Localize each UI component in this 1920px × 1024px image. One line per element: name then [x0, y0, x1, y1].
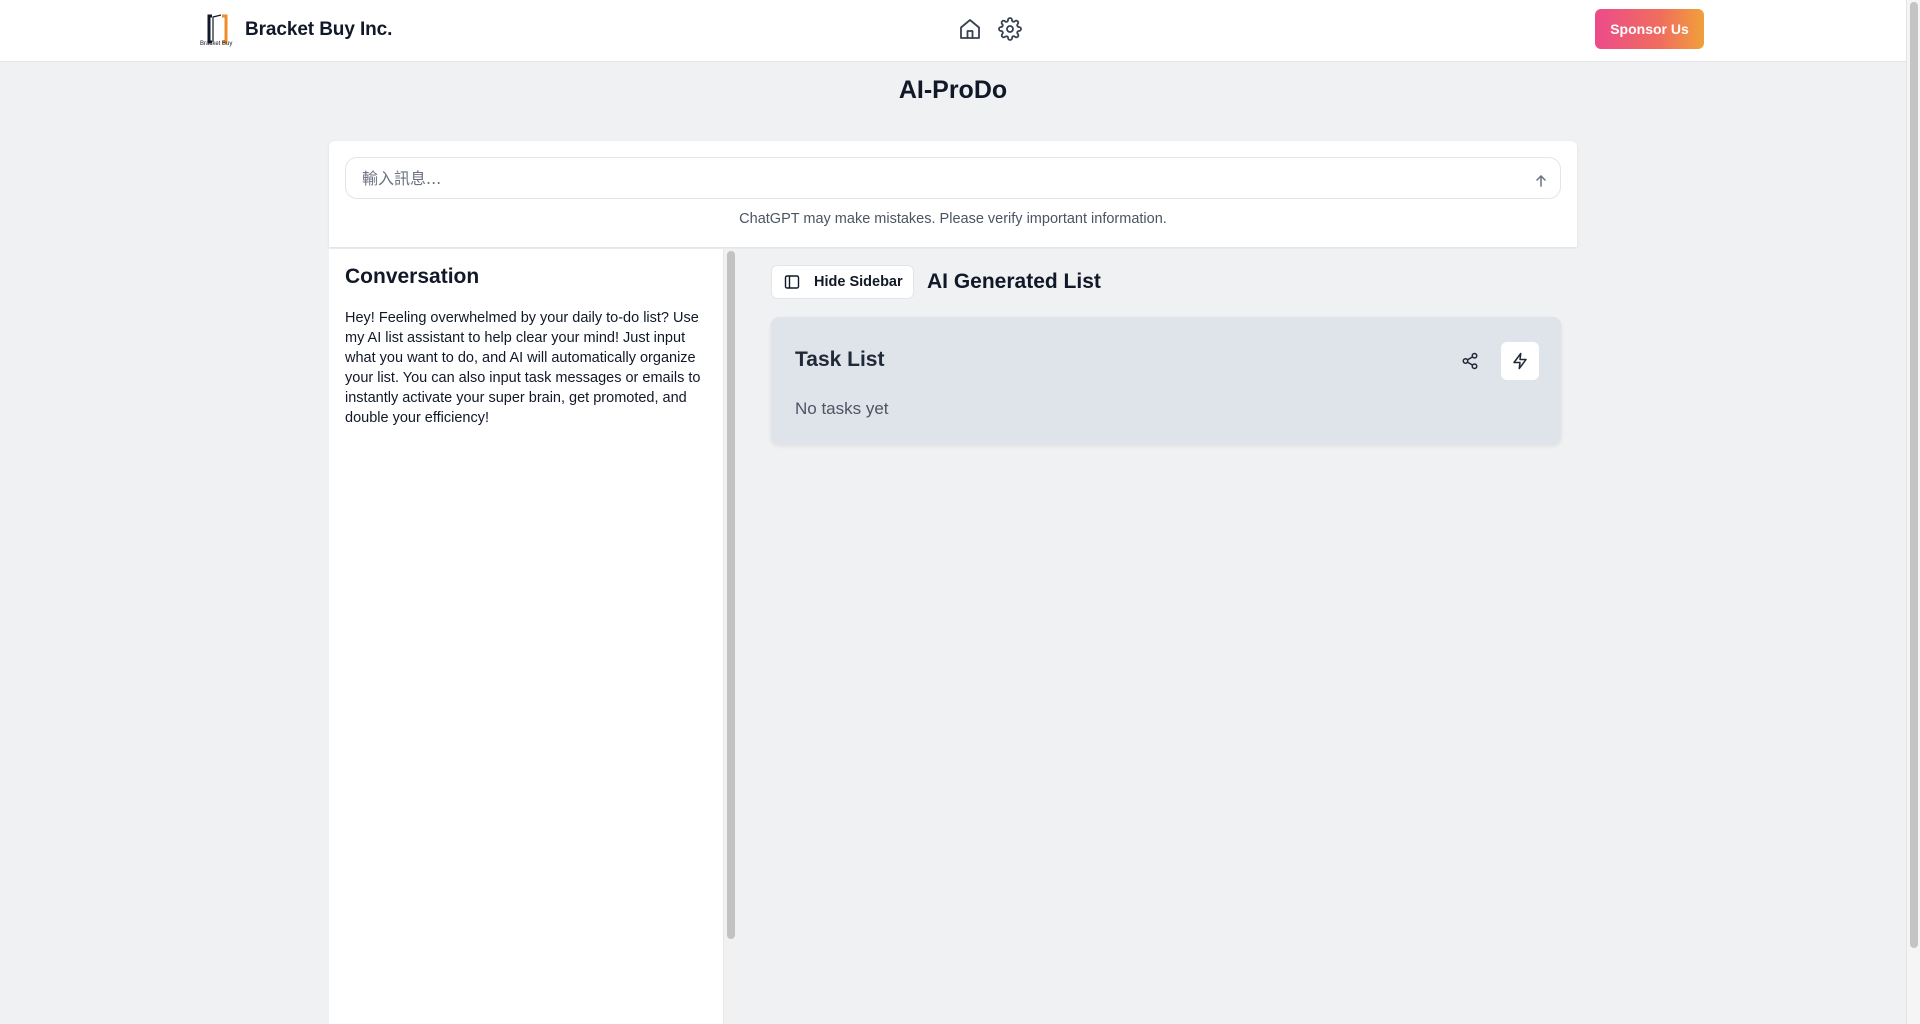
generate-button[interactable] [1501, 342, 1539, 380]
main-panel: Hide Sidebar AI Generated List Task List… [738, 249, 1594, 1024]
sidebar-scrollbar-thumb[interactable] [727, 251, 735, 939]
brand[interactable]: Bracket Buy Bracket Buy Inc. [200, 12, 392, 48]
disclaimer-text: ChatGPT may make mistakes. Please verify… [739, 211, 1167, 227]
sidebar-scrollbar[interactable] [724, 249, 738, 1024]
nav-icons [957, 14, 1023, 44]
top-navbar: Bracket Buy Bracket Buy Inc. Sponsor Us [0, 0, 1906, 62]
task-list-card: Task List No tasks yet [771, 317, 1561, 444]
gear-icon[interactable] [997, 14, 1023, 44]
composer-card: ChatGPT may make mistakes. Please verify… [329, 141, 1577, 247]
page-scrollbar-thumb[interactable] [1910, 2, 1918, 948]
assistant-message: Hey! Feeling overwhelmed by your daily t… [345, 310, 701, 426]
sidebar-toggle-icon [784, 274, 800, 290]
sidebar-title: Conversation [345, 265, 480, 288]
list-heading: AI Generated List [927, 270, 1101, 293]
brand-name: Bracket Buy Inc. [245, 19, 393, 40]
sponsor-button[interactable]: Sponsor Us [1595, 9, 1704, 49]
brand-logo: Bracket Buy [200, 12, 238, 48]
send-arrow-icon[interactable] [1533, 173, 1549, 189]
share-icon[interactable] [1461, 352, 1479, 370]
brand-logo-text: Bracket Buy [200, 41, 233, 47]
task-list-title: Task List [795, 348, 885, 371]
page-title: AI-ProDo [898, 76, 1008, 104]
hide-sidebar-label: Hide Sidebar [814, 274, 903, 290]
home-icon[interactable] [957, 14, 983, 44]
conversation-sidebar: Conversation Hey! Feeling overwhelmed by… [329, 249, 724, 1024]
message-input[interactable] [345, 157, 1561, 199]
hide-sidebar-button[interactable]: Hide Sidebar [771, 265, 914, 299]
bolt-icon [1511, 352, 1529, 370]
page-scrollbar[interactable] [1906, 0, 1920, 1024]
empty-state-text: No tasks yet [795, 399, 889, 418]
